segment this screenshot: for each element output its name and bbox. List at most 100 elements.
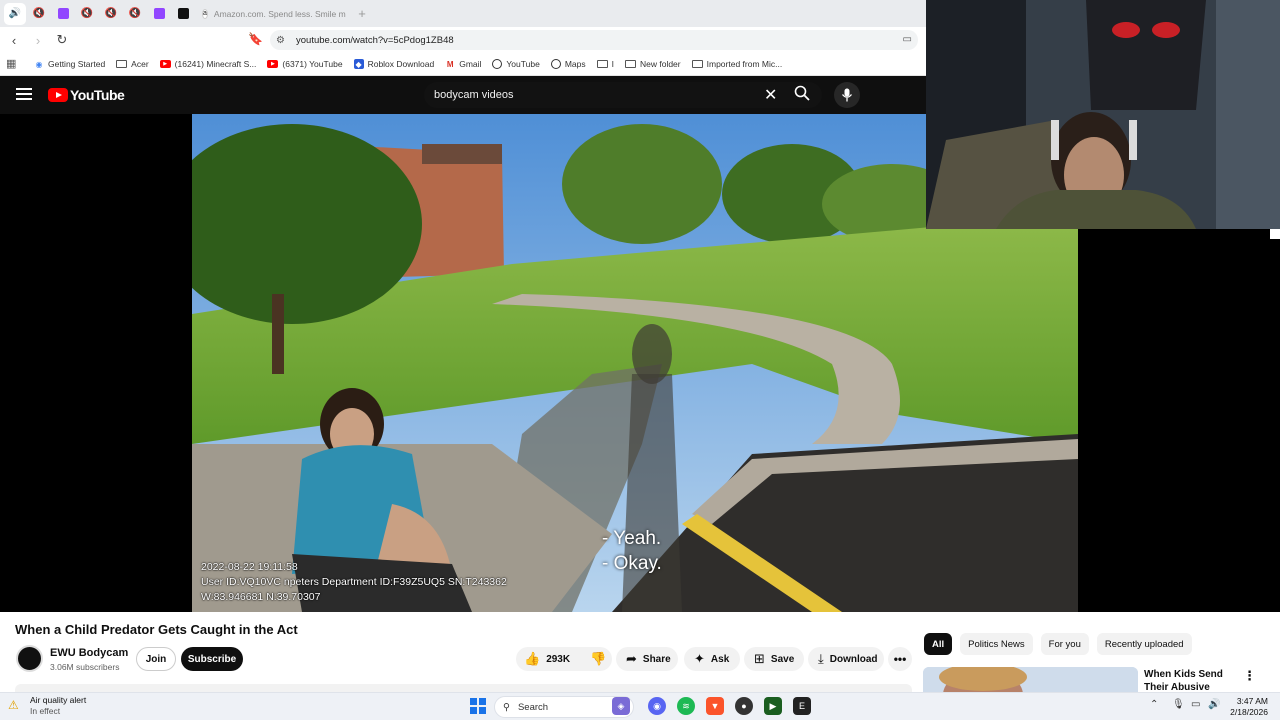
recommended-video-thumbnail[interactable] <box>923 667 1138 692</box>
site-info-icon[interactable]: ⚙ <box>276 35 292 46</box>
chrome-icon[interactable]: ● <box>735 697 753 715</box>
thumbs-up-icon[interactable]: 👍 <box>524 651 540 667</box>
volume-icon[interactable]: 🔊 <box>1208 699 1220 710</box>
screen: 🔊 🔇 🔇 🔇 🔇 a Amazon.com. Spend less. Smil… <box>0 0 1280 720</box>
bookmark-label: Getting Started <box>48 59 106 69</box>
channel-avatar[interactable] <box>16 645 43 672</box>
weather-widget[interactable]: ⚠ Air quality alert In effect <box>8 695 86 717</box>
terminal-app-icon[interactable]: ▶ <box>764 697 782 715</box>
apps-grid-icon[interactable]: ▦ <box>6 57 20 71</box>
weather-title: Air quality alert <box>30 695 87 705</box>
bookmark-label: Roblox Download <box>367 59 435 69</box>
tab-muted-2[interactable]: 🔇 <box>76 3 98 25</box>
download-button[interactable]: ⤓ Download <box>808 647 884 671</box>
chip-for-you[interactable]: For you <box>1040 633 1089 655</box>
bookmark-page-button[interactable]: 🔖 <box>248 32 263 48</box>
monitor-icon[interactable]: ▭ <box>1191 699 1200 710</box>
youtube-logo[interactable]: YouTube <box>48 87 125 103</box>
tab-speaker[interactable]: 🔊 <box>4 2 26 25</box>
bookmark-item[interactable]: Imported from Mic... <box>691 59 782 69</box>
url-text: youtube.com/watch?v=5cPdog1ZB48 <box>296 34 454 46</box>
bookmarks-bar: ▦ ◉ Getting Started Acer ▶ (16241) Minecraft… <box>0 53 926 76</box>
bookmark-item[interactable]: YouTube <box>492 59 540 69</box>
chip-politics-news[interactable]: Politics News <box>960 633 1033 655</box>
epic-games-icon[interactable]: E <box>793 697 811 715</box>
muted-icon: 🔇 <box>104 8 118 19</box>
more-actions-button[interactable]: ••• <box>888 647 912 671</box>
taskbar-search-placeholder: Search <box>517 701 549 713</box>
recommended-video-title[interactable]: When Kids Send Their Abusive Parents to <box>1144 668 1244 692</box>
bookmark-item[interactable]: ▶ (6371) YouTube <box>267 59 343 69</box>
overlay-timestamp: 2022-08-22 19:11:58 <box>201 561 298 573</box>
overlay-user-id: User ID:VQ10VC npeters Department ID:F39… <box>201 576 507 588</box>
ask-label: Ask <box>710 653 730 665</box>
bookmark-item[interactable]: ▶ (16241) Minecraft S... <box>159 59 257 69</box>
tab-amazon[interactable]: a Amazon.com. Spend less. Smile more. <box>196 3 346 25</box>
reload-button[interactable]: ↻ <box>52 30 72 50</box>
tab-title: Amazon.com. Spend less. Smile more. <box>213 8 346 19</box>
voice-search-button[interactable] <box>834 82 860 108</box>
recommended-more-icon[interactable]: ⋮ <box>1243 668 1256 684</box>
widgets-app-icon[interactable]: ◈ <box>612 697 630 715</box>
youtube-play-icon <box>48 88 68 102</box>
download-label: Download <box>829 653 878 665</box>
bookmark-item[interactable]: I <box>596 59 614 69</box>
channel-name[interactable]: EWU Bodycam <box>50 647 128 659</box>
discord-icon[interactable]: ◉ <box>648 697 666 715</box>
caption-line-1: - Yeah. <box>602 528 662 549</box>
brave-icon[interactable]: ▼ <box>706 697 724 715</box>
webcam-feed <box>926 0 1280 229</box>
bookmark-label: Acer <box>131 59 149 69</box>
thumbs-down-icon[interactable]: 👎 <box>590 651 606 667</box>
bookmark-label: (16241) Minecraft S... <box>174 59 257 69</box>
tab-muted-1[interactable]: 🔇 <box>28 3 50 25</box>
share-icon: ➦ <box>626 651 637 666</box>
bookmark-item[interactable]: M Gmail <box>445 59 482 69</box>
share-button[interactable]: ➦ Share <box>616 647 678 671</box>
bookmark-item[interactable]: Maps <box>550 59 586 69</box>
tab-twitch-2[interactable] <box>148 3 170 25</box>
bookmark-label: YouTube <box>506 59 540 69</box>
filter-chips: All Politics News For you Recently uploa… <box>924 633 1192 655</box>
tab-muted-3[interactable]: 🔇 <box>100 3 122 25</box>
tab-muted-4[interactable]: 🔇 <box>124 3 146 25</box>
tab-app[interactable] <box>172 3 194 25</box>
join-button[interactable]: Join <box>136 647 176 671</box>
spotify-icon[interactable]: ≋ <box>677 697 695 715</box>
cast-icon[interactable]: ▭ <box>903 34 912 45</box>
tray-chevron-icon[interactable]: ⌃ <box>1150 699 1158 710</box>
youtube-header: YouTube bodycam videos ✕ <box>0 76 926 114</box>
bookmark-item[interactable]: Acer <box>116 59 149 69</box>
new-tab-button[interactable]: + <box>354 6 370 21</box>
subscribe-button[interactable]: Subscribe <box>181 647 243 671</box>
black-app-icon <box>177 8 189 19</box>
bookmark-label: I <box>611 59 614 69</box>
overlay-coordinates: W:83.946681 N:39.70307 <box>201 591 321 603</box>
scrollbar[interactable] <box>1270 229 1280 239</box>
chip-all[interactable]: All <box>924 633 953 655</box>
bookmark-item[interactable]: ◆ Roblox Download <box>353 59 435 69</box>
forward-button[interactable]: › <box>28 30 48 50</box>
microphone-icon[interactable]: 🎙 <box>1172 699 1185 710</box>
like-count[interactable]: 293K <box>546 654 570 665</box>
menu-icon[interactable] <box>16 88 32 100</box>
search-input[interactable]: bodycam videos ✕ <box>424 82 822 108</box>
address-bar[interactable]: ⚙ youtube.com/watch?v=5cPdog1ZB48 ▭ <box>270 30 918 50</box>
windows-start-icon[interactable] <box>470 698 486 714</box>
back-button[interactable]: ‹ <box>4 30 24 50</box>
description-box[interactable] <box>15 684 912 692</box>
webcam-overlay <box>926 0 1280 229</box>
chip-recently-uploaded[interactable]: Recently uploaded <box>1096 633 1192 655</box>
ask-button[interactable]: ✦ Ask <box>684 647 740 671</box>
tab-twitch-1[interactable] <box>52 3 74 25</box>
save-button[interactable]: ⊞ Save <box>744 647 804 671</box>
player-letterbox-right <box>1078 229 1280 612</box>
search-icon[interactable] <box>794 85 810 105</box>
bookmark-item[interactable]: New folder <box>624 59 681 69</box>
muted-icon: 🔇 <box>80 8 94 19</box>
search-query: bodycam videos <box>434 89 514 101</box>
clear-search-icon[interactable]: ✕ <box>764 85 777 105</box>
muted-icon: 🔇 <box>32 8 46 19</box>
system-clock[interactable]: 3:47 AM 2/18/2026 <box>1228 696 1268 718</box>
bookmark-item[interactable]: ◉ Getting Started <box>34 59 106 69</box>
